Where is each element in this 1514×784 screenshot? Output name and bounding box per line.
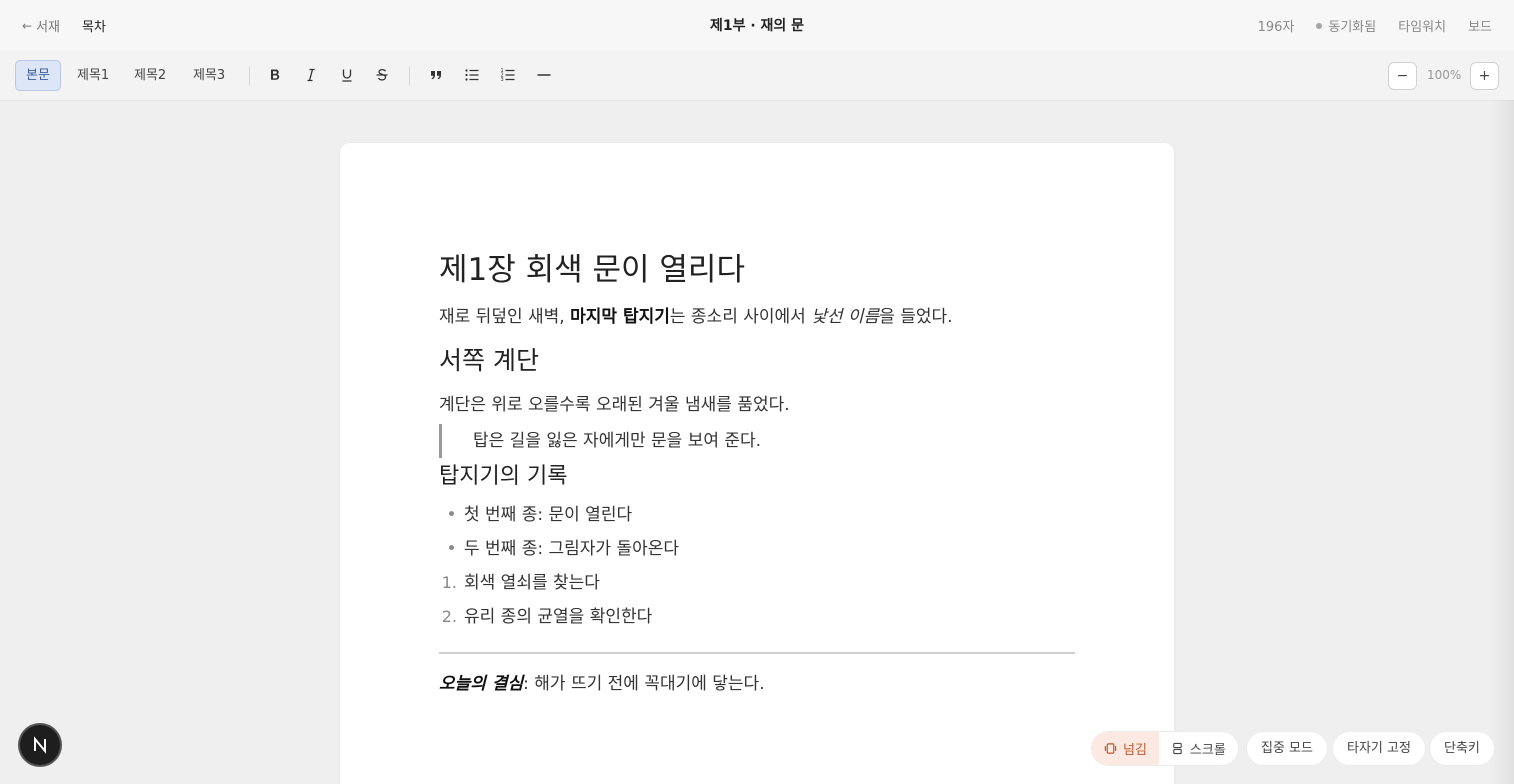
arrow-left-icon: ← bbox=[22, 18, 33, 33]
mode-scroll-button[interactable]: 스크롤 bbox=[1159, 732, 1238, 765]
heading-1[interactable]: 제1장 회색 문이 열리다 bbox=[439, 250, 1075, 294]
flip-icon bbox=[1104, 743, 1117, 754]
p1-italic-text: 낯선 이름 bbox=[811, 307, 880, 327]
p1-bold-text: 마지막 탑지기 bbox=[570, 307, 670, 327]
sync-dot-icon bbox=[1316, 22, 1323, 29]
divider-icon[interactable] bbox=[530, 61, 558, 89]
strikethrough-icon[interactable] bbox=[368, 61, 396, 89]
italic-icon[interactable] bbox=[297, 61, 325, 89]
numbered-list-item[interactable]: 2. 유리 종의 균열을 확인한다 bbox=[439, 600, 1075, 634]
zoom-in-button[interactable]: + bbox=[1470, 62, 1499, 90]
paragraph-2[interactable]: 계단은 위로 오를수록 오래된 겨울 냄새를 품었다. bbox=[439, 392, 1075, 422]
horizontal-rule bbox=[439, 652, 1075, 654]
sync-status: 동기화됨 bbox=[1316, 16, 1376, 35]
bold-icon[interactable] bbox=[261, 61, 289, 89]
heading-2[interactable]: 서쪽 계단 bbox=[439, 344, 1075, 380]
p1-text-after: 을 들었다. bbox=[879, 307, 953, 327]
bullet-mark: • bbox=[446, 505, 457, 525]
document-body[interactable]: 제1장 회색 문이 열리다 재로 뒤덮인 새벽, 마지막 탑지기는 종소리 사이… bbox=[439, 250, 1075, 697]
toc-button[interactable]: 목차 bbox=[82, 16, 106, 35]
back-to-library-button[interactable]: ← 서재 bbox=[22, 16, 60, 36]
n-logo-icon bbox=[34, 736, 46, 754]
closing-text: : 해가 뜨기 전에 꼭대기에 닿는다. bbox=[523, 674, 765, 694]
bullet-list-item[interactable]: • 첫 번째 종: 문이 열린다 bbox=[439, 498, 1075, 532]
bullet-list-icon[interactable] bbox=[458, 61, 486, 89]
topbar-right: 196자 동기화됨 타임워치 보드 bbox=[1258, 16, 1492, 35]
mode-scroll-label: 스크롤 bbox=[1189, 743, 1226, 758]
typewriter-lock-button[interactable]: 타자기 고정 bbox=[1333, 732, 1425, 765]
heading-3[interactable]: 탑지기의 기록 bbox=[439, 462, 1075, 498]
board-button[interactable]: 보드 bbox=[1468, 16, 1492, 35]
mode-flip-button[interactable]: 넘김 bbox=[1092, 732, 1159, 765]
scroll-icon bbox=[1173, 742, 1182, 755]
quote-icon[interactable] bbox=[422, 61, 450, 89]
scroll-edge-shadow bbox=[1488, 100, 1514, 784]
svg-text:3: 3 bbox=[501, 77, 504, 83]
sync-status-label: 동기화됨 bbox=[1328, 20, 1377, 35]
zoom-out-button[interactable]: − bbox=[1388, 62, 1417, 90]
zoom-level: 100% bbox=[1427, 68, 1462, 82]
top-bar: ← 서재 목차 제1부 · 재의 문 196자 동기화됨 타임워치 보드 bbox=[0, 0, 1514, 50]
focus-mode-button[interactable]: 집중 모드 bbox=[1247, 732, 1327, 765]
bullet-mark: • bbox=[446, 539, 457, 559]
back-label: 서재 bbox=[36, 20, 60, 35]
list-item-text: 회색 열쇠를 찾는다 bbox=[464, 573, 600, 593]
shortcuts-button[interactable]: 단축키 bbox=[1430, 732, 1494, 765]
style-heading3-button[interactable]: 제목3 bbox=[183, 60, 235, 91]
format-toolbar: 본문 제목1 제목2 제목3 123 − 100% + bbox=[0, 50, 1514, 101]
timewatch-button[interactable]: 타임워치 bbox=[1398, 16, 1446, 35]
number-mark: 1. bbox=[441, 573, 457, 592]
list-item-text: 유리 종의 균열을 확인한다 bbox=[464, 607, 653, 627]
toolbar-divider bbox=[249, 66, 250, 86]
paragraph-1[interactable]: 재로 뒤덮인 새벽, 마지막 탑지기는 종소리 사이에서 낯선 이름을 들었다. bbox=[439, 304, 1075, 334]
app-badge[interactable] bbox=[20, 725, 60, 765]
numbered-list-icon[interactable]: 123 bbox=[494, 61, 522, 89]
closing-emphasis: 오늘의 결심 bbox=[439, 674, 524, 694]
number-mark: 2. bbox=[441, 607, 457, 626]
list-item-text: 두 번째 종: 그림자가 돌아온다 bbox=[464, 539, 680, 559]
numbered-list-item[interactable]: 1. 회색 열쇠를 찾는다 bbox=[439, 566, 1075, 600]
char-count: 196자 bbox=[1257, 20, 1295, 35]
style-heading1-button[interactable]: 제목1 bbox=[67, 60, 119, 91]
closing-paragraph[interactable]: 오늘의 결심: 해가 뜨기 전에 꼭대기에 닿는다. bbox=[439, 671, 1075, 697]
underline-icon[interactable] bbox=[333, 61, 361, 89]
list-item-text: 첫 번째 종: 문이 열린다 bbox=[464, 505, 633, 525]
blockquote[interactable]: 탑은 길을 잃은 자에게만 문을 보여 준다. bbox=[439, 424, 1075, 458]
style-body-button[interactable]: 본문 bbox=[15, 60, 61, 91]
p1-text-middle: 는 종소리 사이에서 bbox=[669, 307, 812, 327]
mode-flip-label: 넘김 bbox=[1123, 743, 1147, 758]
style-heading2-button[interactable]: 제목2 bbox=[124, 60, 176, 91]
toolbar-divider bbox=[409, 66, 410, 86]
p1-text-before: 재로 뒤덮인 새벽, bbox=[439, 307, 571, 327]
bullet-list-item[interactable]: • 두 번째 종: 그림자가 돌아온다 bbox=[439, 532, 1075, 566]
page-mode-toggle: 넘김 스크롤 bbox=[1092, 732, 1238, 765]
document-page: 제1장 회색 문이 열리다 재로 뒤덮인 새벽, 마지막 탑지기는 종소리 사이… bbox=[340, 143, 1174, 784]
